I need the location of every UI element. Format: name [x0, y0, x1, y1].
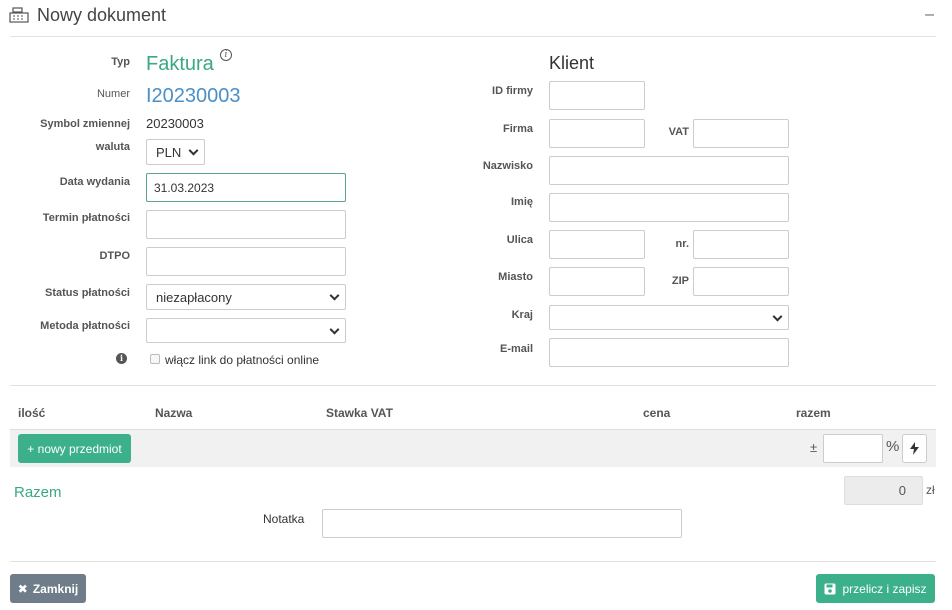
- online-payment-checkbox[interactable]: [150, 354, 160, 364]
- firma-input[interactable]: [549, 119, 645, 148]
- vat-input[interactable]: [693, 119, 789, 148]
- discount-percent-input[interactable]: [823, 434, 883, 463]
- numer-label: Numer: [96, 88, 130, 100]
- zip-input[interactable]: [693, 267, 789, 296]
- kraj-select[interactable]: [549, 305, 789, 330]
- currency-label: zł: [926, 483, 935, 497]
- miasto-label: Miasto: [498, 271, 533, 283]
- total-value-box: 0: [844, 476, 923, 505]
- nr-input[interactable]: [693, 230, 789, 259]
- plusminus-sign: ±: [810, 440, 818, 455]
- col-cena: cena: [643, 406, 671, 420]
- imie-input[interactable]: [549, 193, 789, 222]
- nr-label: nr.: [675, 238, 689, 250]
- notatka-input[interactable]: [322, 509, 682, 538]
- id-firmy-label: ID firmy: [492, 85, 533, 97]
- klient-title: Klient: [549, 53, 595, 73]
- chevron-down-icon: [772, 311, 783, 322]
- minimize-button[interactable]: –: [925, 6, 934, 24]
- zip-label: ZIP: [671, 275, 689, 287]
- nazwisko-input[interactable]: [549, 156, 789, 185]
- ulica-label: Ulica: [506, 234, 533, 246]
- numer-value[interactable]: I20230003: [146, 85, 241, 108]
- col-razem: razem: [796, 406, 831, 420]
- symbol-value: 20230003: [146, 116, 204, 131]
- percent-sign: %: [886, 438, 900, 455]
- data-wydania-label: Data wydania: [59, 176, 130, 188]
- save-button[interactable]: przelicz i zapisz: [816, 574, 935, 603]
- termin-label: Termin płatności: [42, 212, 130, 224]
- metoda-label: Metoda płatności: [40, 320, 130, 332]
- close-icon: ✖: [17, 581, 28, 596]
- col-ilosc: ilość: [18, 406, 46, 420]
- dialog-title: Nowy dokument: [37, 5, 167, 25]
- ulica-input[interactable]: [549, 230, 645, 259]
- symbol-label: Symbol zmiennej: [40, 118, 130, 130]
- cash-register-icon: [9, 7, 29, 23]
- info-icon[interactable]: i: [220, 49, 232, 61]
- id-firmy-input[interactable]: [549, 81, 645, 110]
- data-wydania-value: 31.03.2023: [154, 180, 215, 195]
- chevron-down-icon: [188, 145, 199, 156]
- status-label: Status płatności: [45, 287, 130, 299]
- section-divider: [10, 385, 936, 386]
- col-nazwa: Nazwa: [155, 406, 193, 420]
- status-selected: niezapłacony: [156, 289, 232, 305]
- info-icon[interactable]: i: [116, 353, 127, 364]
- total-value: 0: [898, 483, 906, 498]
- footer-divider: [10, 561, 936, 562]
- imie-label: Imię: [510, 196, 533, 208]
- email-input[interactable]: [549, 338, 789, 367]
- email-label: E-mail: [499, 343, 533, 355]
- save-button-label: przelicz i zapisz: [842, 581, 927, 596]
- termin-input[interactable]: [146, 210, 346, 239]
- online-payment-label: włącz link do płatności online: [165, 353, 320, 367]
- miasto-input[interactable]: [549, 267, 645, 296]
- close-button[interactable]: ✖ Zamknij: [10, 574, 86, 603]
- close-button-label: Zamknij: [32, 581, 79, 596]
- header-divider: [10, 36, 936, 37]
- status-select[interactable]: niezapłacony: [146, 284, 346, 310]
- chevron-down-icon: [329, 290, 340, 301]
- bolt-icon: [910, 442, 919, 455]
- waluta-selected: PLN: [156, 144, 182, 160]
- typ-label: Typ: [111, 56, 130, 68]
- col-stawka-vat: Stawka VAT: [326, 406, 393, 420]
- razem-label: Razem: [14, 484, 62, 501]
- apply-discount-button[interactable]: [902, 434, 927, 463]
- waluta-label: waluta: [95, 141, 130, 153]
- waluta-select[interactable]: PLN: [146, 139, 205, 165]
- dtpo-input[interactable]: [146, 247, 346, 276]
- items-band: [10, 429, 936, 467]
- vat-label: VAT: [668, 126, 689, 138]
- add-item-button[interactable]: + nowy przedmiot: [18, 434, 131, 463]
- kraj-label: Kraj: [511, 309, 533, 321]
- notatka-label: Notatka: [263, 512, 305, 526]
- nazwisko-label: Nazwisko: [482, 160, 533, 172]
- chevron-down-icon: [329, 324, 340, 335]
- data-wydania-input[interactable]: 31.03.2023: [146, 173, 346, 202]
- floppy-disk-icon: [824, 583, 836, 594]
- metoda-select[interactable]: [146, 318, 346, 343]
- dtpo-label: DTPO: [99, 250, 130, 262]
- typ-value[interactable]: Faktura: [146, 53, 214, 76]
- firma-label: Firma: [503, 123, 533, 135]
